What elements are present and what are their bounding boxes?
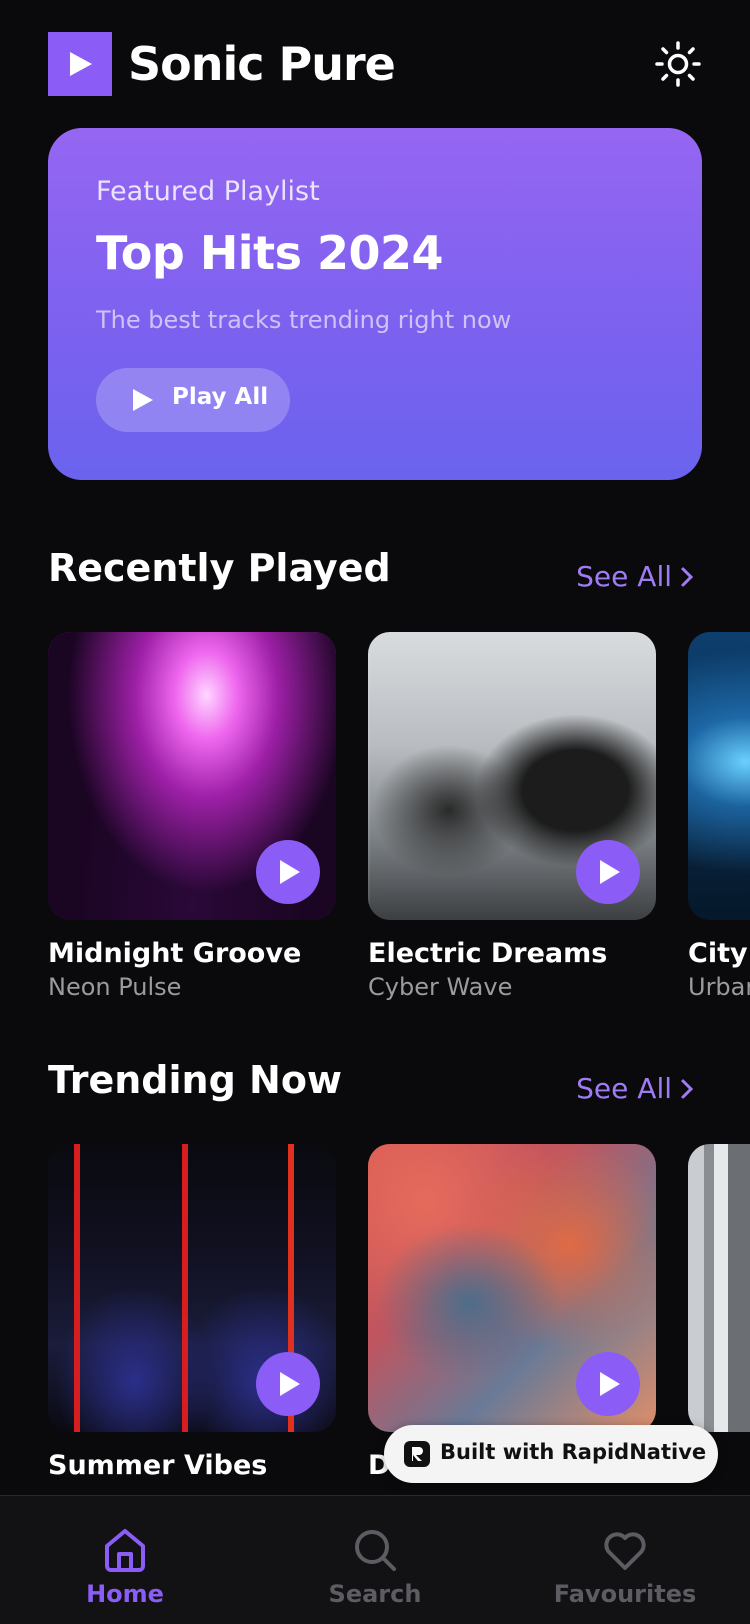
see-all-label: See All <box>576 1072 672 1105</box>
featured-kicker: Featured Playlist <box>96 176 320 207</box>
built-with-badge[interactable]: Built with RapidNative <box>384 1425 718 1483</box>
track-card[interactable]: Midnight Groove Neon Pulse <box>48 632 336 1001</box>
trending-see-all[interactable]: See All <box>576 1072 694 1105</box>
play-icon <box>280 1372 300 1396</box>
track-title: Midnight Groove <box>48 938 302 969</box>
featured-subtitle: The best tracks trending right now <box>96 306 512 334</box>
play-icon <box>600 860 620 884</box>
play-icon <box>133 389 153 411</box>
badge-label: Built with RapidNative <box>440 1440 707 1464</box>
app-title: Sonic Pure <box>128 37 396 91</box>
album-art <box>48 1144 336 1432</box>
chevron-right-icon <box>681 567 694 586</box>
track-card[interactable]: Electric Dreams Cyber Wave <box>368 632 656 1001</box>
tab-label: Home <box>86 1580 164 1608</box>
track-artist: Neon Pulse <box>48 973 182 1001</box>
rapidnative-logo-icon <box>404 1441 430 1467</box>
album-art <box>48 632 336 920</box>
album-art <box>688 1144 750 1432</box>
album-art <box>368 632 656 920</box>
tab-label: Favourites <box>553 1580 697 1608</box>
play-button[interactable] <box>256 840 320 904</box>
see-all-label: See All <box>576 560 672 593</box>
featured-title: Top Hits 2024 <box>96 226 444 280</box>
track-card[interactable]: City Urban <box>688 632 750 1001</box>
play-button[interactable] <box>576 840 640 904</box>
play-icon <box>280 860 300 884</box>
track-title: Electric Dreams <box>368 938 608 969</box>
featured-playlist-card[interactable]: Featured Playlist Top Hits 2024 The best… <box>48 128 702 480</box>
tab-favourites[interactable]: Favourites <box>525 1526 725 1624</box>
play-icon <box>600 1372 620 1396</box>
app-header: Sonic Pure <box>48 32 702 96</box>
heart-icon <box>604 1532 646 1570</box>
bottom-tab-bar: Home Search Favourites <box>0 1495 750 1624</box>
tab-label: Search <box>328 1580 422 1608</box>
tab-home[interactable]: Home <box>25 1526 225 1624</box>
theme-toggle-button[interactable] <box>654 40 702 88</box>
track-card[interactable]: Summer Vibes <box>48 1144 336 1481</box>
play-all-button[interactable]: Play All <box>96 368 290 432</box>
play-button[interactable] <box>576 1352 640 1416</box>
track-artist: Urban <box>688 973 750 1001</box>
play-logo-icon <box>48 32 112 96</box>
track-title: City <box>688 938 748 969</box>
play-button[interactable] <box>256 1352 320 1416</box>
play-all-label: Play All <box>172 384 269 410</box>
recently-played-see-all[interactable]: See All <box>576 560 694 593</box>
recently-played-title: Recently Played <box>48 546 391 590</box>
trending-now-title: Trending Now <box>48 1058 343 1102</box>
home-icon <box>105 1529 145 1572</box>
album-art <box>368 1144 656 1432</box>
chevron-right-icon <box>681 1079 694 1098</box>
recently-played-row: Midnight Groove Neon Pulse Electric Drea… <box>48 632 750 1012</box>
sun-icon <box>655 41 701 87</box>
album-art <box>688 632 750 920</box>
search-icon <box>355 1530 396 1571</box>
track-title: Summer Vibes <box>48 1450 268 1481</box>
track-artist: Cyber Wave <box>368 973 513 1001</box>
tab-search[interactable]: Search <box>275 1526 475 1624</box>
